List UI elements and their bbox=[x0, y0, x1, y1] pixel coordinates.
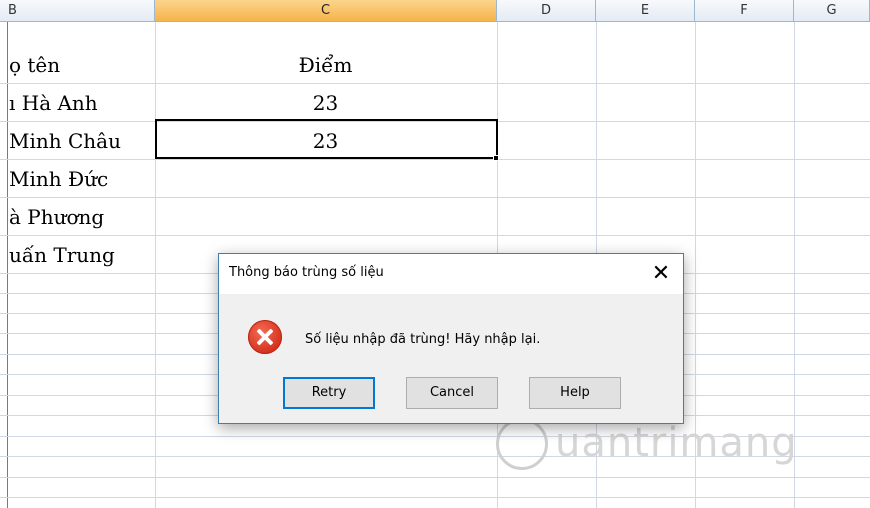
cell-name-header[interactable]: ọ tên bbox=[9, 46, 60, 84]
column-header-e[interactable]: E bbox=[596, 0, 695, 22]
retry-button[interactable]: Retry bbox=[283, 377, 375, 409]
help-button[interactable]: Help bbox=[529, 377, 621, 409]
cell-score-header[interactable]: Điểm bbox=[155, 46, 496, 84]
cell-name[interactable]: uấn Trung bbox=[9, 236, 115, 274]
cell-name[interactable]: ı Hà Anh bbox=[9, 84, 98, 122]
cell-name[interactable]: Minh Châu bbox=[9, 122, 121, 160]
column-header-c[interactable]: C bbox=[155, 0, 497, 22]
column-header-g[interactable]: G bbox=[794, 0, 870, 22]
cell-name[interactable]: à Phương bbox=[9, 198, 104, 236]
cell-name[interactable]: Minh Đức bbox=[9, 160, 108, 198]
cell-score[interactable]: 23 bbox=[155, 84, 496, 122]
gridline-horizontal bbox=[0, 197, 870, 198]
column-header-f[interactable]: F bbox=[695, 0, 794, 22]
column-header-d[interactable]: D bbox=[497, 0, 596, 22]
fill-handle[interactable] bbox=[493, 155, 499, 161]
watermark-logo-icon bbox=[496, 418, 548, 470]
cancel-button[interactable]: Cancel bbox=[406, 377, 498, 409]
error-icon bbox=[248, 320, 282, 354]
column-header-b[interactable]: B bbox=[0, 0, 155, 22]
watermark-text: uantrimang bbox=[555, 420, 798, 466]
dialog-message: Số liệu nhập đã trùng! Hãy nhập lại. bbox=[305, 332, 541, 347]
gridline-horizontal bbox=[0, 497, 870, 498]
active-cell-border bbox=[155, 119, 498, 159]
gridline-horizontal bbox=[0, 477, 870, 478]
dialog-title: Thông báo trùng số liệu bbox=[229, 265, 384, 280]
close-icon[interactable]: ✕ bbox=[639, 256, 683, 292]
gridline-horizontal bbox=[0, 235, 870, 236]
dialog-titlebar[interactable]: Thông báo trùng số liệu ✕ bbox=[219, 254, 683, 294]
duplicate-data-dialog: Thông báo trùng số liệu ✕ Số liệu nhập đ… bbox=[218, 253, 684, 424]
